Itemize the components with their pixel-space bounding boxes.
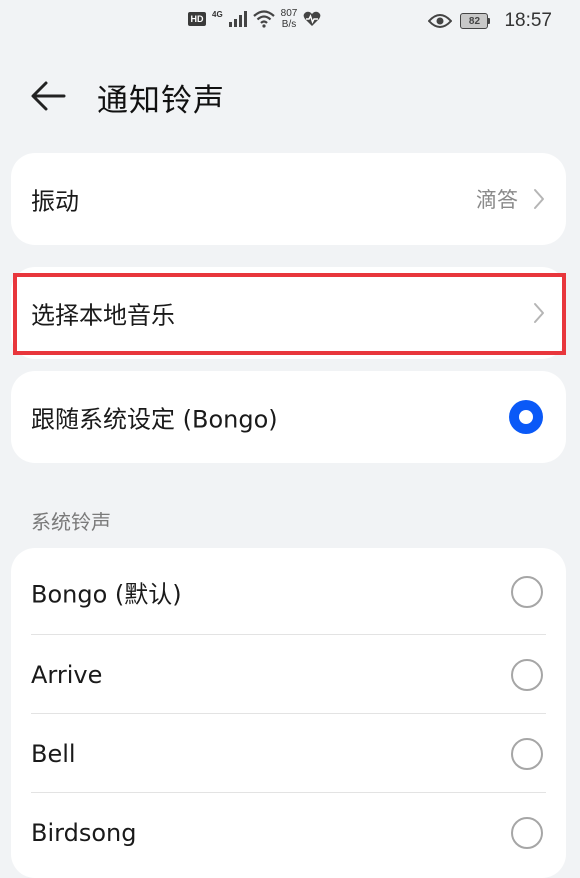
status-bar: HD 4G 807 B/s 82 18:57 <box>0 0 580 44</box>
status-left: HD 4G 807 B/s <box>188 8 321 30</box>
chevron-right-icon <box>534 189 544 209</box>
list-item[interactable]: Birdsong <box>11 793 566 872</box>
wifi-icon <box>252 10 275 28</box>
follow-system-card: 跟随系统设定 (Bongo) <box>11 371 566 463</box>
follow-system-row[interactable]: 跟随系统设定 (Bongo) <box>11 371 566 463</box>
back-button[interactable] <box>28 78 68 114</box>
vibration-card: 振动 滴答 <box>11 153 566 245</box>
hd-badge: HD <box>188 12 206 26</box>
chevron-right-icon <box>534 303 544 323</box>
radio-button[interactable] <box>511 816 543 849</box>
vibration-row[interactable]: 振动 滴答 <box>11 153 566 245</box>
speed-unit: B/s <box>281 19 297 30</box>
eye-icon <box>428 14 453 28</box>
page-title: 通知铃声 <box>97 83 225 119</box>
battery-icon: 82 <box>460 13 491 29</box>
battery-level: 82 <box>460 13 489 29</box>
list-item[interactable]: Arrive <box>11 635 566 714</box>
header: 通知铃声 <box>0 66 580 126</box>
radio-dot <box>519 410 533 424</box>
follow-system-label: 跟随系统设定 (Bongo) <box>31 405 278 434</box>
speed-value: 807 <box>280 8 298 19</box>
ringtone-label: Bongo (默认) <box>31 580 182 608</box>
local-music-label: 选择本地音乐 <box>31 301 175 330</box>
battery-tip <box>488 18 491 24</box>
local-music-row[interactable]: 选择本地音乐 <box>11 267 566 359</box>
section-title-system-ringtones: 系统铃声 <box>31 510 111 534</box>
signal-icon <box>228 11 247 27</box>
list-item[interactable]: Bell <box>11 714 566 793</box>
radio-button[interactable] <box>511 575 543 608</box>
vibration-value: 滴答 <box>476 188 518 212</box>
network-speed: 807 B/s <box>281 8 298 30</box>
clock: 18:57 <box>504 10 552 31</box>
ringtone-label: Bell <box>31 739 76 768</box>
radio-selected[interactable] <box>509 400 543 434</box>
local-music-card: 选择本地音乐 <box>11 267 566 359</box>
network-type: 4G <box>212 9 223 19</box>
radio-button[interactable] <box>511 737 543 770</box>
ringtone-label: Birdsong <box>31 818 137 847</box>
heart-health-icon <box>303 11 321 26</box>
arrow-left-icon <box>31 81 66 111</box>
list-item[interactable]: Bongo (默认) <box>11 548 566 635</box>
ringtone-label: Arrive <box>31 660 103 689</box>
status-right: 82 18:57 <box>428 10 552 32</box>
system-ringtones-card: Bongo (默认) Arrive Bell Birdsong <box>11 548 566 878</box>
vibration-label: 振动 <box>31 187 79 216</box>
radio-button[interactable] <box>511 658 543 691</box>
